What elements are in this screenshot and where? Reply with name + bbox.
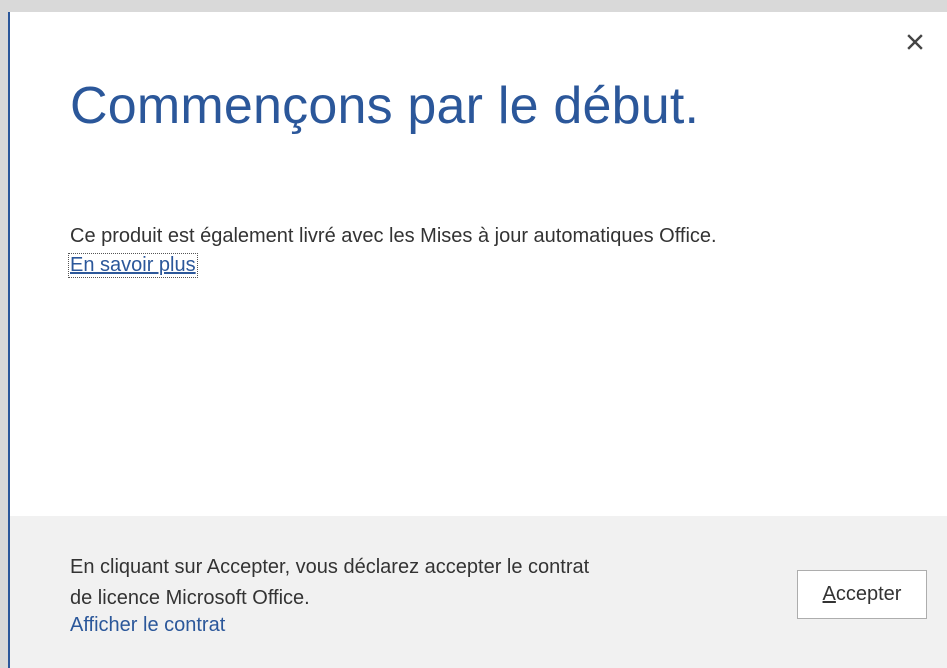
page-title: Commençons par le début. bbox=[70, 77, 700, 135]
view-contract-link[interactable]: Afficher le contrat bbox=[70, 614, 225, 637]
license-footer: En cliquant sur Accepter, vous déclarez … bbox=[10, 516, 947, 668]
close-button[interactable] bbox=[903, 30, 927, 54]
accept-button[interactable]: Accepter bbox=[797, 570, 927, 619]
close-icon bbox=[907, 34, 923, 50]
accept-button-label: ccepter bbox=[835, 583, 902, 605]
license-text-line1: En cliquant sur Accepter, vous déclarez … bbox=[70, 556, 590, 578]
auto-update-notice: Ce produit est également livré avec les … bbox=[70, 225, 717, 247]
accept-button-mnemonic: A bbox=[822, 583, 836, 605]
setup-dialog: Commençons par le début. Ce produit est … bbox=[8, 12, 947, 668]
license-text-line2: de licence Microsoft Office. bbox=[70, 587, 310, 609]
license-text: En cliquant sur Accepter, vous déclarez … bbox=[70, 552, 710, 614]
learn-more-link[interactable]: En savoir plus bbox=[68, 253, 198, 278]
